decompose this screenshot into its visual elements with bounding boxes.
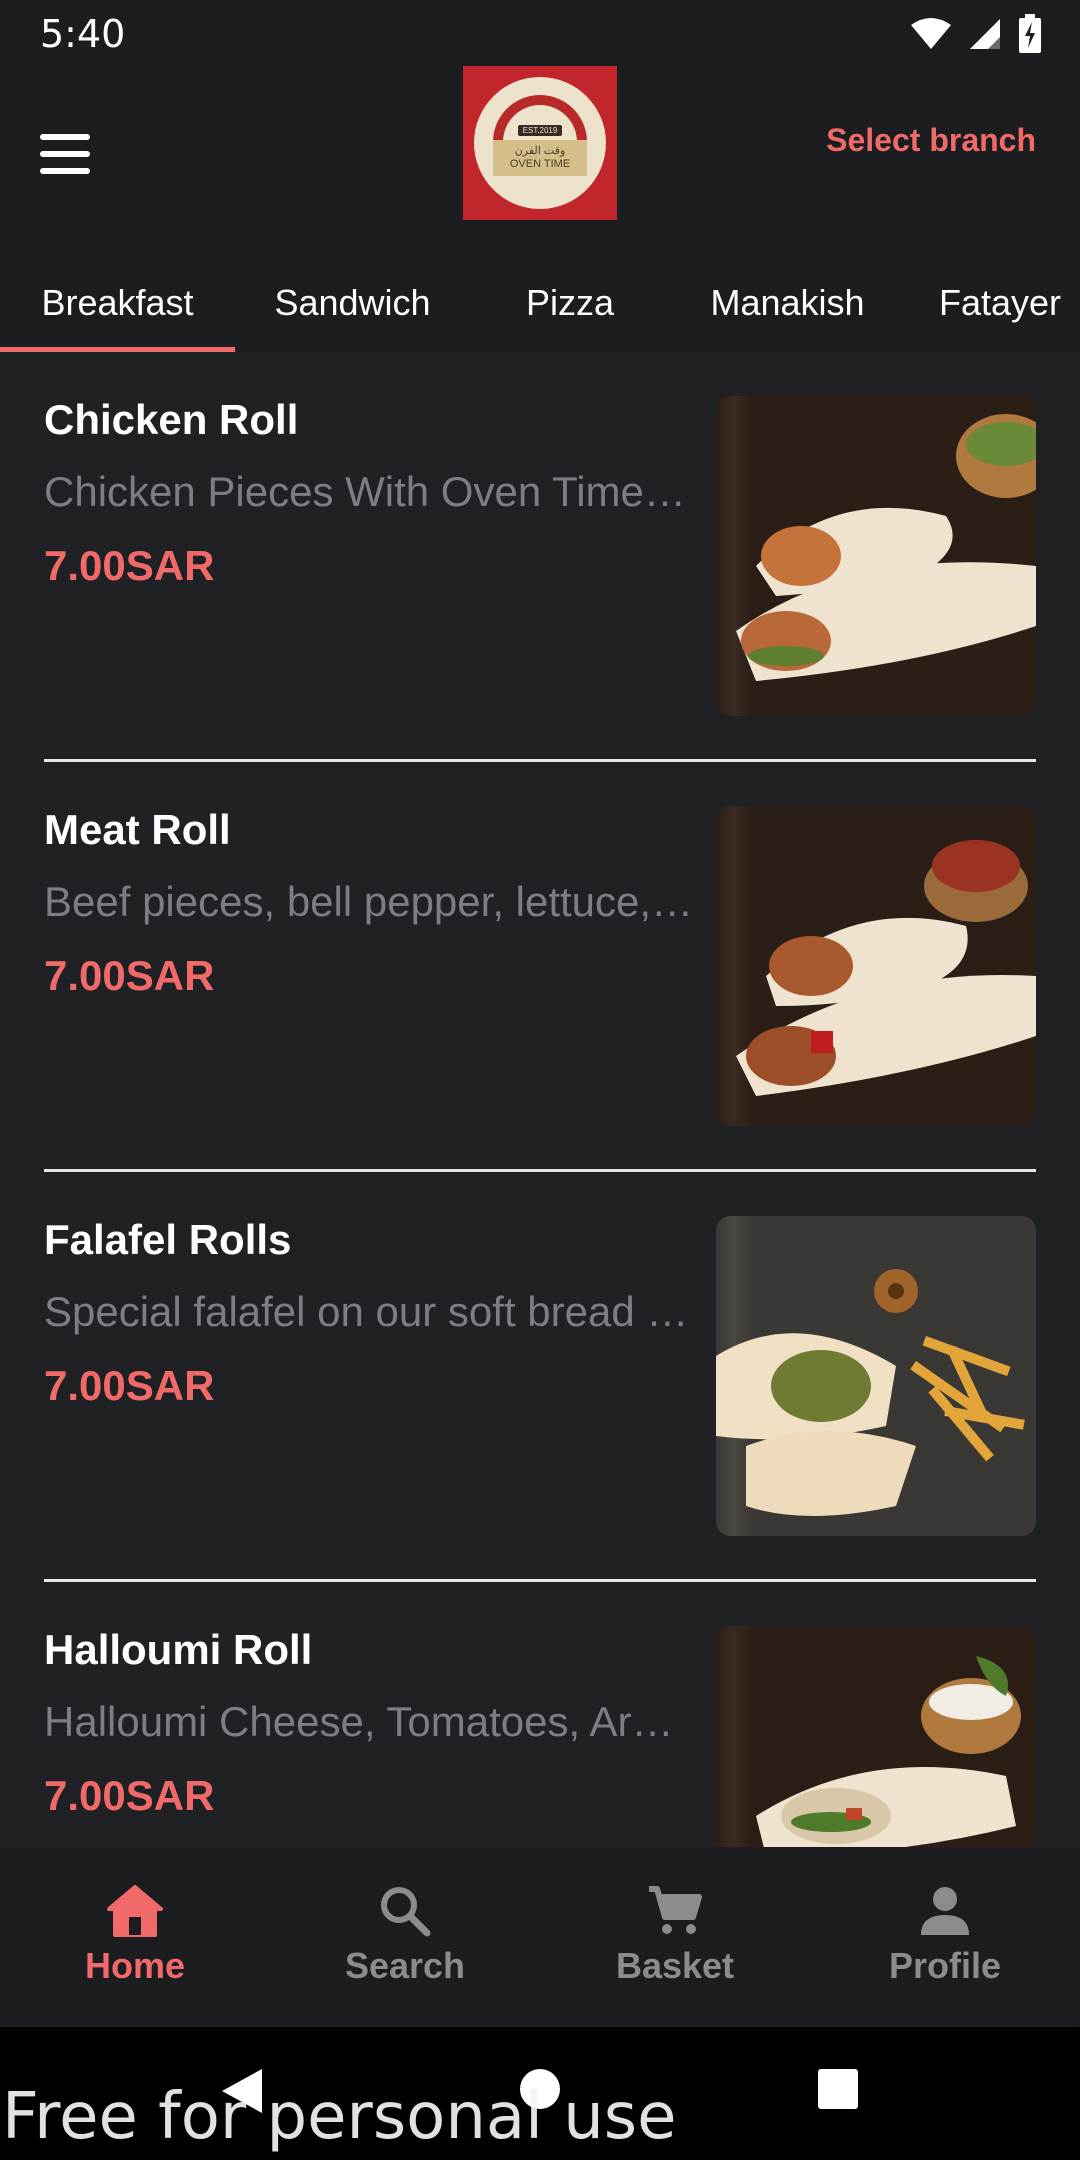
nav-search[interactable]: Search [270,1883,540,1987]
meat-roll-image [716,806,1036,1126]
menu-icon [40,134,90,140]
nav-profile-label: Profile [888,1945,1002,1986]
nav-profile[interactable]: Profile [810,1883,1080,1987]
home-icon [107,1885,163,1937]
menu-item-chicken-roll[interactable]: Chicken Roll Chicken Pieces With Oven Ti… [0,352,1080,762]
menu-item-meat-roll[interactable]: Meat Roll Beef pieces, bell pepper, lett… [0,762,1080,1172]
item-price: 7.00SAR [44,1772,215,1819]
item-title: Halloumi Roll [44,1626,313,1673]
status-icons [910,14,1042,54]
logo-est: EST.2019 [517,124,563,136]
menu-item-falafel-rolls[interactable]: Falafel Rolls Special falafel on our sof… [0,1172,1080,1582]
tab-label: Breakfast [41,282,194,323]
tab-label: Sandwich [274,282,431,323]
halloumi-roll-image [716,1626,1036,1847]
signal-icon [970,19,1000,49]
item-price: 7.00SAR [44,952,215,999]
tab-pizza[interactable]: Pizza [470,266,670,352]
category-tabs: Breakfast Sandwich Pizza Manakish Fataye… [0,266,1080,352]
search-icon [381,1887,431,1937]
logo-name: OVEN TIME [509,157,571,170]
nav-home[interactable]: Home [0,1883,270,1987]
status-bar: 5:40 [0,0,1080,66]
logo-emblem: EST.2019 وقت الفرن OVEN TIME [474,77,606,209]
logo-arabic: وقت الفرن [514,144,566,157]
logo-plaque: وقت الفرن OVEN TIME [493,139,587,176]
item-description: Beef pieces, bell pepper, lettuce, onion [44,878,694,925]
item-description: Halloumi Cheese, Tomatoes, Arugula [44,1698,694,1745]
nav-basket[interactable]: Basket [540,1883,810,1987]
tab-label: Manakish [710,282,865,323]
watermark: Free for personal use [2,2080,677,2154]
tab-breakfast[interactable]: Breakfast [0,266,235,352]
tab-fatayer[interactable]: Fatayer [905,266,1080,352]
battery-icon [1019,14,1041,53]
nav-basket-label: Basket [615,1945,735,1986]
menu-icon-bar [40,151,90,157]
tab-label: Fatayer [939,282,1062,323]
nav-search-label: Search [344,1945,466,1986]
recents-icon[interactable] [816,2067,860,2111]
item-description: Chicken Pieces With Oven Time Sauce, Let… [44,468,694,515]
cart-icon [649,1886,702,1934]
item-price: 7.00SAR [44,542,215,589]
item-title: Chicken Roll [44,396,299,443]
item-description: Special falafel on our soft bread with t… [44,1288,694,1335]
logo-arc [493,95,587,145]
menu-icon-bar [40,168,90,174]
item-title: Falafel Rolls [44,1216,292,1263]
menu-button[interactable] [38,126,94,182]
status-time: 5:40 [40,12,126,56]
wifi-icon [911,18,951,49]
chicken-roll-image [716,396,1036,716]
oven-time-logo: EST.2019 وقت الفرن OVEN TIME [463,66,617,220]
person-icon [921,1887,969,1935]
menu-item-list: Chicken Roll Chicken Pieces With Oven Ti… [0,352,1080,1847]
app-header: EST.2019 وقت الفرن OVEN TIME Select bran… [0,66,1080,352]
item-price: 7.00SAR [44,1362,215,1409]
bottom-navigation: Home Search Basket Profile [0,1847,1080,2027]
tab-label: Pizza [525,282,615,323]
falafel-rolls-image [716,1216,1036,1536]
tab-sandwich[interactable]: Sandwich [235,266,470,352]
tab-manakish[interactable]: Manakish [670,266,905,352]
item-title: Meat Roll [44,806,231,853]
menu-item-halloumi-roll[interactable]: Halloumi Roll Halloumi Cheese, Tomatoes,… [0,1582,1080,1847]
nav-home-label: Home [84,1945,186,1986]
select-branch-button[interactable]: Select branch [826,122,1036,159]
